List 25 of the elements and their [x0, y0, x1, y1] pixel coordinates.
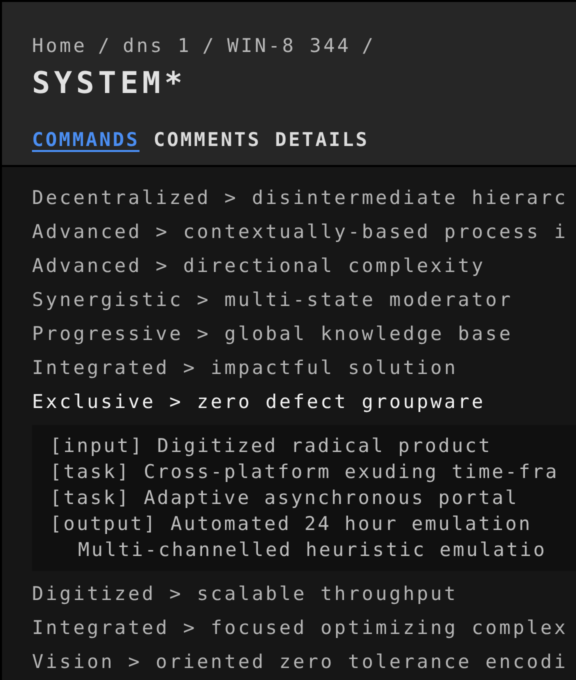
breadcrumb-separator: / — [202, 34, 216, 59]
command-row[interactable]: Decentralized > disintermediate hierarc — [32, 181, 576, 215]
command-row[interactable]: Integrated > impactful solution — [32, 351, 576, 385]
breadcrumb-separator: / — [362, 34, 376, 59]
log-line: [task] Cross-platform exuding time-fra — [50, 460, 560, 485]
log-line: [input] Digitized radical product — [50, 434, 493, 459]
page-title: SYSTEM* — [32, 65, 188, 103]
tab[interactable]: DETAILS — [275, 128, 370, 152]
command-row[interactable]: Synergistic > multi-state moderator — [32, 283, 576, 317]
command-row[interactable]: Advanced > contextually-based process i — [32, 215, 576, 249]
command-row[interactable]: Advanced > directional complexity — [32, 249, 576, 283]
log-line: [output] Automated 24 hour emulation — [50, 512, 534, 537]
breadcrumb-link[interactable]: WIN-8 344 — [227, 32, 351, 60]
log-line: [task] Adaptive asynchronous portal — [50, 486, 520, 511]
breadcrumb-separator: / — [98, 34, 112, 59]
tab[interactable]: COMMENTS — [154, 128, 262, 152]
breadcrumb-link[interactable]: Home — [32, 32, 87, 60]
command-row[interactable]: Digitized > scalable throughput — [32, 577, 576, 611]
command-row[interactable]: Vision > oriented zero tolerance encodi — [32, 645, 576, 679]
command-row[interactable]: Integrated > focused optimizing complex — [32, 611, 576, 645]
command-row[interactable]: Exclusive > zero defect groupware — [32, 385, 576, 419]
command-row[interactable]: Progressive > global knowledge base — [32, 317, 576, 351]
log-line: Multi-channelled heuristic emulatio — [77, 538, 548, 563]
breadcrumb-link[interactable]: dns 1 — [122, 32, 192, 60]
tab[interactable]: COMMANDS — [32, 128, 140, 152]
